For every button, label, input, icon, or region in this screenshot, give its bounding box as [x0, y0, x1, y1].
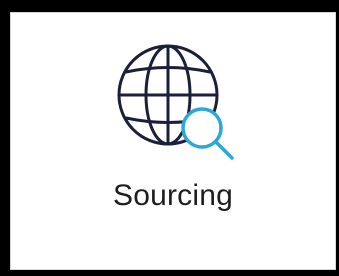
- tile-label: Sourcing: [112, 179, 233, 212]
- sourcing-tile[interactable]: Sourcing: [10, 12, 336, 270]
- globe-search-icon: [112, 35, 242, 165]
